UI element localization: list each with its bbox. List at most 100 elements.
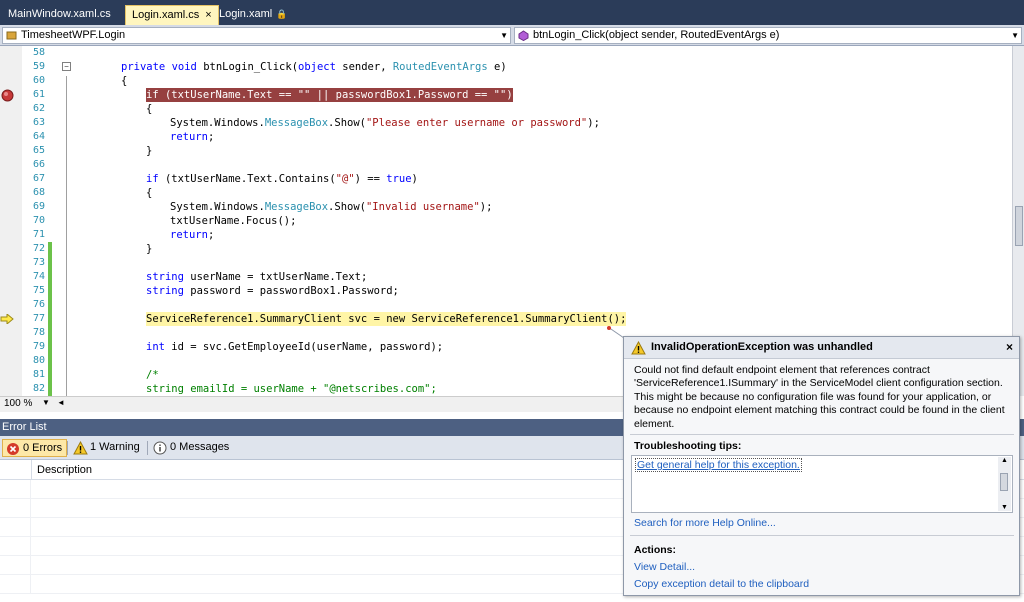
errors-count: 0 Errors [23,442,63,454]
line-number: 75 [32,285,45,296]
warnings-count: 1 Warning [90,441,140,453]
close-tab-icon[interactable]: × [205,9,211,21]
class-combo-value: TimesheetWPF.Login [21,29,126,41]
tab-label: MainWindow.xaml.cs [8,8,111,20]
line-number: 69 [32,201,45,212]
line-number: 64 [32,131,45,142]
line-number: 59 [32,61,45,72]
line-number: 81 [32,369,45,380]
troubleshooting-heading: Troubleshooting tips: [634,440,742,452]
scroll-left-icon[interactable]: ◄ [57,398,65,407]
changed-line-marker [48,298,52,312]
line-number: 80 [32,355,45,366]
warnings-filter-button[interactable]: 1 Warning [70,439,144,457]
view-detail-link[interactable]: View Detail... [634,561,695,573]
code-line: txtUserName.Focus(); [170,215,297,227]
line-number: 78 [32,327,45,338]
warning-icon [631,341,646,355]
scroll-down-icon[interactable]: ▼ [1001,504,1008,511]
line-number: 61 [32,89,45,100]
tab-login-xaml-cs[interactable]: Login.xaml.cs × [125,5,219,25]
member-combo[interactable]: btnLogin_Click(object sender, RoutedEven… [514,27,1022,44]
info-icon [153,441,167,455]
line-number: 62 [32,103,45,114]
comment-line: /* [146,369,159,381]
errors-filter-button[interactable]: 0 Errors [2,439,68,457]
code-line: private void btnLogin_Click(object sende… [121,61,507,73]
line-number: 73 [32,257,45,268]
line-number: 72 [32,243,45,254]
member-combo-value: btnLogin_Click(object sender, RoutedEven… [533,29,780,41]
class-combo[interactable]: TimesheetWPF.Login ▼ [2,27,511,44]
current-statement-arrow-icon [0,314,14,324]
line-number: 71 [32,229,45,240]
code-line: } [146,145,153,157]
tips-scrollbar[interactable]: ▲ ▼ [998,457,1011,511]
code-line: { [121,75,128,87]
description-column-header[interactable]: Description [31,460,631,480]
copy-exception-detail-link[interactable]: Copy exception detail to the clipboard [634,578,809,590]
line-number: 67 [32,173,45,184]
changed-line-marker [48,270,52,284]
divider [630,434,1014,435]
comment-line: string emailId = userName + "@netscribes… [146,383,437,395]
chevron-down-icon[interactable]: ▼ [500,28,508,43]
changed-line-marker [48,340,52,354]
code-line: { [146,103,153,115]
changed-line-marker [48,354,52,368]
code-line: if (txtUserName.Text.Contains("@") == tr… [146,173,418,185]
line-number: 77 [32,313,45,324]
tab-login-xaml[interactable]: Login.xaml 🔒 [213,5,293,25]
line-number: 70 [32,215,45,226]
changed-line-marker [48,368,52,382]
scrollbar-thumb[interactable] [1000,473,1008,491]
line-number: 79 [32,341,45,352]
messages-count: 0 Messages [170,441,230,453]
code-line: string password = passwordBox1.Password; [146,285,399,297]
zoom-level[interactable]: 100 % [4,398,32,409]
changed-line-marker [48,326,52,340]
tab-mainwindow-xaml-cs[interactable]: MainWindow.xaml.cs [2,5,117,25]
changed-line-marker [48,256,52,270]
chevron-down-icon[interactable]: ▼ [42,398,50,407]
tab-label: Login.xaml.cs [132,9,200,21]
code-line: System.Windows.MessageBox.Show("Please e… [170,117,600,129]
changed-line-marker [48,284,52,298]
warning-icon [73,441,88,455]
changed-line-marker [48,382,52,396]
close-icon[interactable]: × [1006,340,1013,354]
messages-filter-button[interactable]: 0 Messages [150,439,233,457]
exception-title: InvalidOperationException was unhandled [651,341,873,353]
line-number: 66 [32,159,45,170]
navigation-bar: TimesheetWPF.Login ▼ btnLogin_Click(obje… [0,25,1024,46]
line-number: 74 [32,271,45,282]
line-number: 58 [32,47,45,58]
error-icon [7,443,19,455]
exception-title-bar: InvalidOperationException was unhandled … [624,337,1019,359]
line-number: 65 [32,145,45,156]
collapse-icon[interactable]: − [62,62,71,71]
exception-assistant: InvalidOperationException was unhandled … [623,336,1020,596]
breakpoint-line: if (txtUserName.Text == "" || passwordBo… [146,88,513,102]
general-help-link[interactable]: Get general help for this exception. [635,458,802,472]
actions-heading: Actions: [634,544,676,556]
line-number: 68 [32,187,45,198]
code-line: { [146,187,153,199]
code-line: return; [170,131,215,143]
changed-line-marker [48,242,52,256]
search-help-online-link[interactable]: Search for more Help Online... [634,517,776,529]
toolbar-separator [147,441,148,455]
troubleshooting-tips-list[interactable]: Get general help for this exception. ▲ ▼ [631,455,1013,513]
scroll-up-icon[interactable]: ▲ [1001,457,1008,464]
current-statement-line: ServiceReference1.SummaryClient svc = ne… [146,312,627,326]
code-line: } [146,243,153,255]
line-number: 82 [32,383,45,394]
tab-label: Login.xaml [219,8,273,20]
code-line: System.Windows.MessageBox.Show("Invalid … [170,201,493,213]
chevron-down-icon[interactable]: ▼ [1011,28,1019,43]
breakpoint-icon[interactable] [1,89,14,102]
class-icon [6,31,17,40]
lock-icon: 🔒 [276,9,288,19]
line-number: 76 [32,299,45,310]
scrollbar-thumb[interactable] [1015,206,1023,246]
